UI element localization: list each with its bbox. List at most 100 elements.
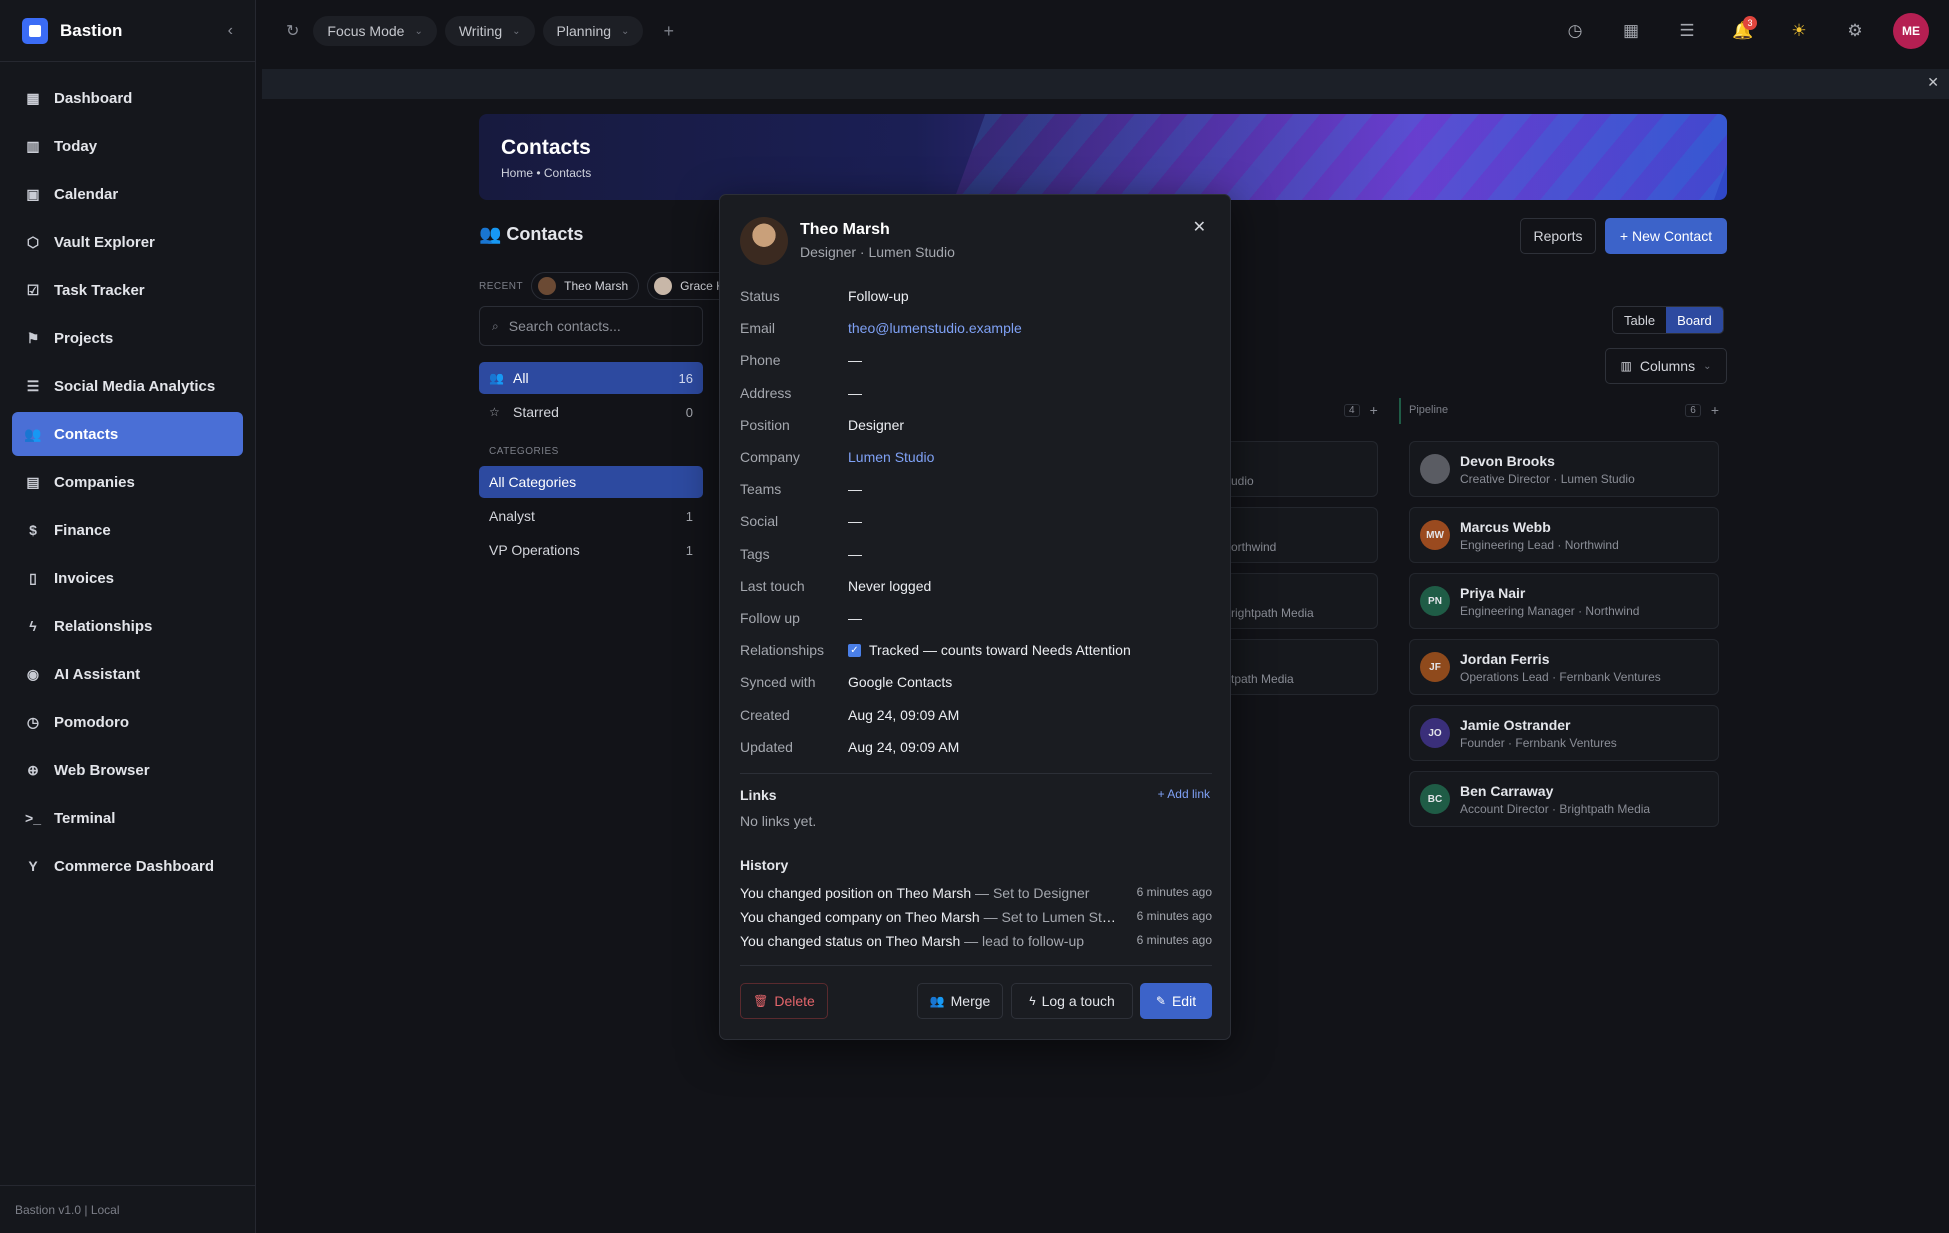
tab-planning[interactable]: Planning ⌄ bbox=[542, 16, 644, 46]
columns-button[interactable]: ▥ Columns ⌄ bbox=[1605, 348, 1727, 384]
sidebar-item-label: Projects bbox=[54, 329, 114, 347]
field-value: — bbox=[848, 513, 862, 530]
sidebar-item-task-tracker[interactable]: ☑ Task Tracker bbox=[12, 268, 243, 312]
add-tab-icon[interactable]: + bbox=[663, 21, 674, 42]
tab-label: Focus Mode bbox=[327, 23, 405, 39]
contact-card[interactable]: BC Ben Carraway Account Director · Brightp… bbox=[1409, 771, 1719, 827]
breadcrumb: Home • Contacts bbox=[501, 166, 592, 180]
category-vp-operations[interactable]: VP Operations 1 bbox=[479, 534, 703, 566]
branch-icon: Y bbox=[28, 858, 38, 874]
info-banner: ✕ bbox=[262, 69, 1949, 99]
close-icon[interactable]: ✕ bbox=[1193, 217, 1206, 237]
timer-icon[interactable]: ◷ bbox=[1557, 13, 1593, 49]
column-count: 4 bbox=[1344, 403, 1360, 417]
table-view-button[interactable]: Table bbox=[1613, 307, 1666, 333]
add-card-icon[interactable]: + bbox=[1711, 402, 1719, 418]
bell-icon[interactable]: 🔔 3 bbox=[1725, 13, 1761, 49]
card-subtitle: Engineering Manager · Northwind bbox=[1460, 603, 1640, 618]
gear-icon[interactable]: ⚙ bbox=[1837, 13, 1873, 49]
filter-starred[interactable]: ☆ Starred 0 bbox=[479, 396, 703, 428]
category-all[interactable]: All Categories bbox=[479, 466, 703, 498]
merge-button[interactable]: 👥 Merge bbox=[917, 983, 1003, 1019]
user-avatar[interactable]: ME bbox=[1893, 13, 1929, 49]
card-subtitle: udio bbox=[1231, 474, 1254, 488]
board-view-button[interactable]: Board bbox=[1666, 307, 1723, 333]
contact-card[interactable]: Devon Brooks Creative Director · Lumen St… bbox=[1409, 441, 1719, 497]
card-subtitle: Engineering Lead · Northwind bbox=[1460, 537, 1619, 552]
topbar: ↻ Focus Mode ⌄ Writing ⌄ Planning ⌄ + ◷ ▦ ☰… bbox=[256, 0, 1949, 62]
contact-card[interactable]: JF Jordan Ferris Operations Lead · Fernban… bbox=[1409, 639, 1719, 695]
tab-focus-mode[interactable]: Focus Mode ⌄ bbox=[313, 16, 437, 46]
sidebar: Bastion ‹ ▦ Dashboard ▥ Today ▣ Calendar ⬡ Vaul… bbox=[0, 0, 256, 1233]
sliders-icon[interactable]: ☰ bbox=[1669, 13, 1705, 49]
history-item: You changed company on Theo Marsh — Set … bbox=[740, 909, 1212, 925]
sidebar-item-social-media-analytics[interactable]: ☰ Social Media Analytics bbox=[12, 364, 243, 408]
filter-count: 0 bbox=[685, 404, 693, 420]
contact-card[interactable]: JO Jamie Ostrander Founder · Fernbank Vent… bbox=[1409, 705, 1719, 761]
sidebar-item-relationships[interactable]: ϟ Relationships bbox=[12, 604, 243, 648]
reports-button[interactable]: Reports bbox=[1520, 218, 1596, 254]
globe-icon: ⊕ bbox=[27, 761, 39, 778]
recent-chip[interactable]: Theo Marsh bbox=[531, 272, 640, 300]
log-touch-button[interactable]: ϟ Log a touch bbox=[1011, 983, 1133, 1019]
sidebar-item-projects[interactable]: ⚑ Projects bbox=[12, 316, 243, 360]
card-subtitle: orthwind bbox=[1231, 540, 1277, 554]
field-label: Relationships bbox=[740, 642, 825, 659]
sidebar-item-invoices[interactable]: ▯ Invoices bbox=[12, 556, 243, 600]
sidebar-item-terminal[interactable]: >_ Terminal bbox=[12, 796, 243, 840]
sidebar-item-finance[interactable]: $ Finance bbox=[12, 508, 243, 552]
search-input[interactable] bbox=[508, 318, 689, 334]
edit-button[interactable]: ✎ Edit bbox=[1140, 983, 1212, 1019]
contact-card[interactable]: MW Marcus Webb Engineering Lead · Northwin… bbox=[1409, 507, 1719, 563]
cube-icon: ⬡ bbox=[26, 233, 40, 250]
field-link[interactable]: Lumen Studio bbox=[848, 449, 934, 465]
column-count: 6 bbox=[1685, 403, 1701, 417]
sidebar-item-dashboard[interactable]: ▦ Dashboard bbox=[12, 76, 243, 120]
field-follow-up: Follow up — bbox=[740, 607, 862, 629]
filter-all[interactable]: 👥 All 16 bbox=[479, 362, 703, 394]
field-value: Google Contacts bbox=[848, 674, 953, 691]
sidebar-item-vault-explorer[interactable]: ⬡ Vault Explorer bbox=[12, 220, 243, 264]
sidebar-item-calendar[interactable]: ▣ Calendar bbox=[12, 172, 243, 216]
new-contact-button[interactable]: + New Contact bbox=[1605, 218, 1727, 254]
sidebar-item-contacts[interactable]: 👥 Contacts bbox=[12, 412, 243, 456]
add-link-button[interactable]: + Add link bbox=[1158, 787, 1210, 801]
links-title: Links bbox=[740, 787, 777, 803]
contact-subtitle: Designer · Lumen Studio bbox=[800, 244, 955, 260]
refresh-icon[interactable]: ↻ bbox=[286, 21, 299, 41]
sidebar-item-pomodoro[interactable]: ◷ Pomodoro bbox=[12, 700, 243, 744]
card-subtitle: Creative Director · Lumen Studio bbox=[1460, 471, 1635, 486]
building-icon: ▤ bbox=[26, 473, 40, 490]
sidebar-item-commerce-dashboard[interactable]: Y Commerce Dashboard bbox=[12, 844, 243, 888]
field-status: Status Follow-up bbox=[740, 285, 909, 307]
add-card-icon[interactable]: + bbox=[1370, 402, 1378, 418]
sidebar-item-web-browser[interactable]: ⊕ Web Browser bbox=[12, 748, 243, 792]
field-created: Created Aug 24, 09:09 AM bbox=[740, 704, 959, 726]
delete-button[interactable]: 🗑 Delete bbox=[740, 983, 828, 1019]
category-analyst[interactable]: Analyst 1 bbox=[479, 500, 703, 532]
sun-icon[interactable]: ☀ bbox=[1781, 13, 1817, 49]
grid-icon[interactable]: ▦ bbox=[1613, 13, 1649, 49]
tab-writing[interactable]: Writing ⌄ bbox=[444, 16, 535, 46]
close-icon[interactable]: ✕ bbox=[1927, 74, 1939, 91]
tracked-checkbox[interactable]: ✓ bbox=[848, 643, 861, 657]
field-link[interactable]: theo@lumenstudio.example bbox=[848, 320, 1022, 336]
bastion-logo-icon bbox=[22, 17, 48, 44]
card-name: Jamie Ostrander bbox=[1460, 716, 1571, 733]
sidebar-item-ai-assistant[interactable]: ◉ AI Assistant bbox=[12, 652, 243, 696]
button-label: Delete bbox=[774, 993, 815, 1009]
field-relationships: Relationships ✓ Tracked — counts toward Ne… bbox=[740, 639, 1131, 661]
collapse-sidebar-icon[interactable]: ‹ bbox=[228, 22, 233, 40]
card-text: Devon Brooks Creative Director · Lumen St… bbox=[1460, 453, 1635, 486]
card-subtitle: Founder · Fernbank Ventures bbox=[1460, 735, 1617, 750]
field-label: Position bbox=[740, 416, 790, 433]
card-subtitle: rightpath Media bbox=[1231, 606, 1314, 620]
checkbox-icon: ☑ bbox=[26, 281, 40, 298]
topbar-actions: ◷ ▦ ☰ 🔔 3 ☀ ⚙ ME bbox=[1537, 13, 1929, 49]
contact-card[interactable]: PN Priya Nair Engineering Manager · Northw… bbox=[1409, 573, 1719, 629]
sidebar-item-companies[interactable]: ▤ Companies bbox=[12, 460, 243, 504]
card-subtitle: tpath Media bbox=[1231, 672, 1294, 686]
field-tags: Tags — bbox=[740, 543, 862, 565]
filter-label: Starred bbox=[513, 404, 559, 420]
sidebar-item-today[interactable]: ▥ Today bbox=[12, 124, 243, 168]
